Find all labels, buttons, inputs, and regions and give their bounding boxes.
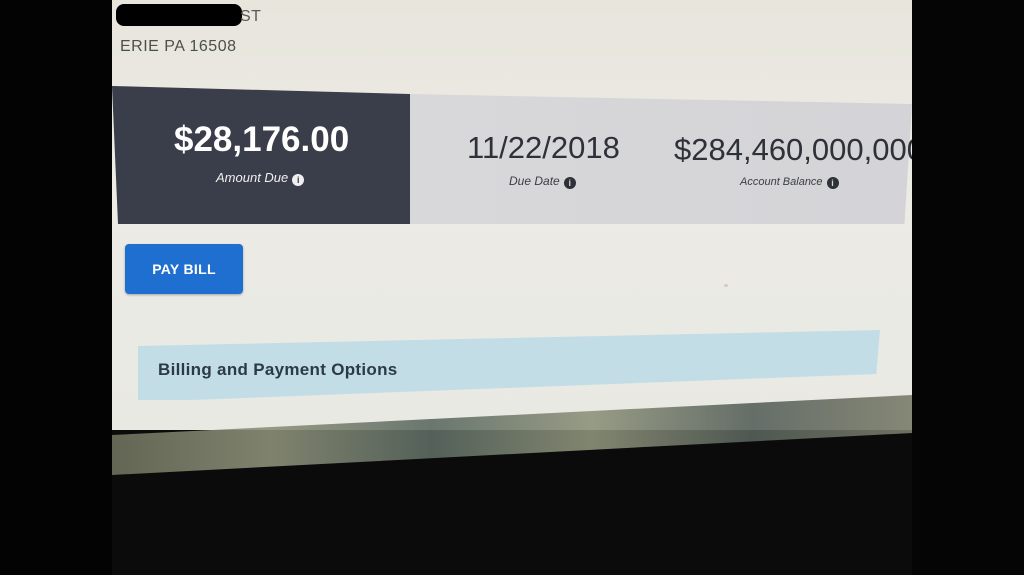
city-state-zip: ERIE PA 16508 [120, 38, 237, 55]
photo-of-monitor: ST ERIE PA 16508 $28,176.00 Amount Due i … [0, 0, 1024, 575]
billing-options-title[interactable]: Billing and Payment Options [158, 360, 398, 380]
monitor-bezel-right [912, 0, 1024, 575]
account-balance-value: $284,460,000,000, [674, 132, 912, 167]
browser-screen: ST ERIE PA 16508 $28,176.00 Amount Due i … [112, 0, 912, 430]
due-date-value: 11/22/2018 [467, 130, 620, 165]
amount-due-value: $28,176.00 [174, 120, 350, 159]
amount-due-label-row: Amount Due i [216, 170, 305, 186]
info-icon[interactable]: i [292, 174, 305, 186]
amount-due-label: Amount Due [216, 170, 289, 185]
account-balance-label-row: Account Balance i [740, 176, 839, 189]
account-balance-label: Account Balance [740, 176, 823, 188]
due-date-label-row: Due Date i [509, 174, 576, 189]
monitor-bezel-left [0, 0, 112, 575]
pay-bill-button[interactable]: PAY BILL [125, 244, 243, 294]
bill-summary: $28,176.00 Amount Due i 11/22/2018 Due Da… [112, 86, 912, 226]
info-icon[interactable]: i [563, 177, 576, 189]
info-icon[interactable]: i [826, 177, 839, 189]
due-date-label: Due Date [509, 174, 560, 188]
redacted-street-address [116, 4, 242, 26]
street-suffix: ST [240, 8, 262, 25]
screen-smudge [724, 284, 728, 287]
